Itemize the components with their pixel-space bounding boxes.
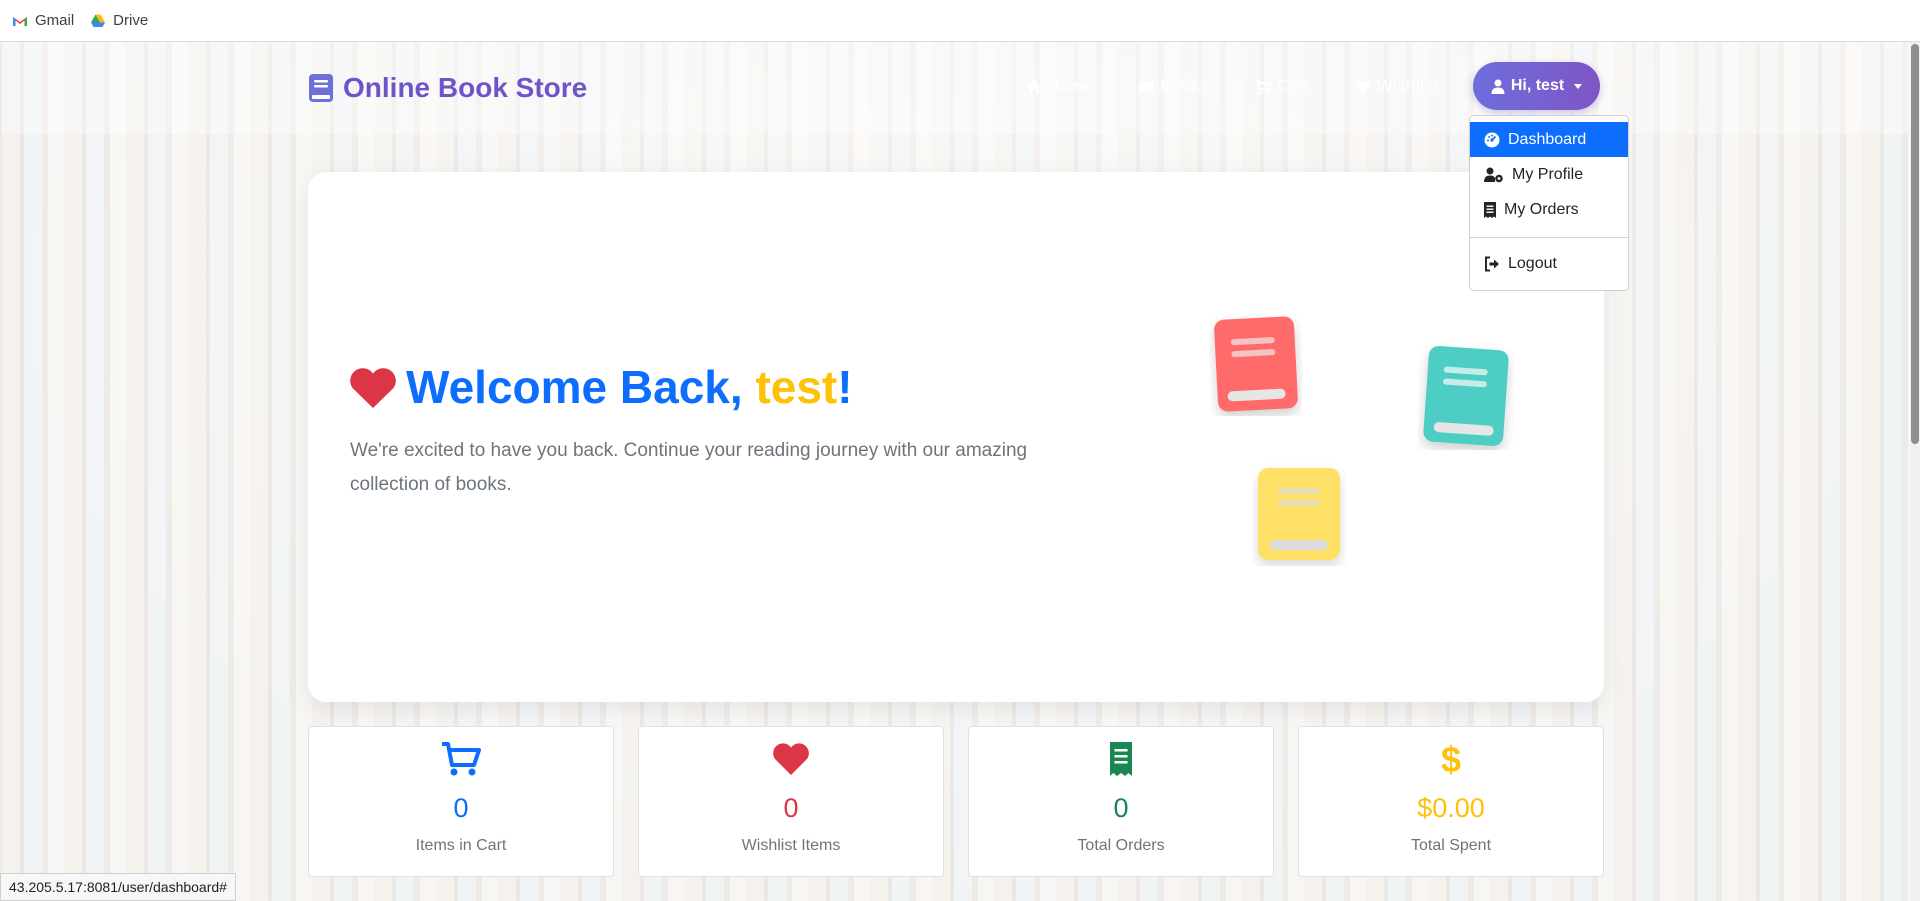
nav-wishlist-label: Wishlist xyxy=(1377,78,1439,95)
stat-card-orders[interactable]: 0 Total Orders xyxy=(968,726,1274,877)
nav-cart-label: Cart xyxy=(1277,78,1310,95)
stat-wishlist-label: Wishlist Items xyxy=(741,837,841,854)
red-book-illustration xyxy=(1214,316,1298,412)
receipt-icon xyxy=(1110,742,1132,776)
stat-spent-label: Total Spent xyxy=(1410,837,1492,854)
heart-icon xyxy=(350,368,396,408)
stat-wishlist-value: 0 xyxy=(783,793,799,823)
menu-item-dashboard-label: Dashboard xyxy=(1508,130,1587,148)
bookmark-drive[interactable]: Drive xyxy=(90,12,148,29)
welcome-title: Welcome Back, test! xyxy=(348,360,853,414)
nav-books-label: Books xyxy=(1160,78,1210,95)
user-menu-button[interactable]: Hi, test xyxy=(1473,62,1600,110)
yellow-book-illustration xyxy=(1258,468,1340,560)
welcome-subtitle: We're excited to have you back. Continue… xyxy=(350,440,1028,495)
stat-card-spent[interactable]: $ $0.00 Total Spent xyxy=(1298,726,1604,877)
gmail-icon xyxy=(13,16,27,26)
chevron-down-icon xyxy=(1574,83,1583,89)
welcome-title-suffix: ! xyxy=(837,361,853,413)
stat-card-wishlist[interactable]: 0 Wishlist Items xyxy=(638,726,944,877)
dashboard-icon xyxy=(1484,132,1500,147)
welcome-hero-card: Welcome Back, test! We're excited to hav… xyxy=(308,172,1604,702)
brand-link[interactable]: Online Book Store xyxy=(308,72,587,104)
bookmark-gmail[interactable]: Gmail xyxy=(12,12,74,29)
link-status-url: 43.205.5.17:8081/user/dashboard# xyxy=(0,873,236,901)
menu-item-logout-label: Logout xyxy=(1508,254,1557,272)
menu-item-my-orders[interactable]: My Orders xyxy=(1470,192,1628,227)
menu-item-my-profile[interactable]: My Profile xyxy=(1470,157,1628,192)
stat-orders-value: 0 xyxy=(1113,793,1129,823)
teal-book-illustration xyxy=(1423,345,1509,447)
user-cog-icon xyxy=(1484,167,1503,182)
menu-item-my-orders-label: My Orders xyxy=(1504,200,1579,218)
book-icon xyxy=(309,74,333,102)
open-book-icon xyxy=(1139,81,1154,93)
nav-home-label: Home xyxy=(1048,78,1093,95)
nav-cart[interactable]: Cart xyxy=(1255,78,1309,96)
stat-card-cart[interactable]: 0 Items in Cart xyxy=(308,726,614,877)
receipt-icon xyxy=(1484,201,1496,218)
heart-icon xyxy=(1356,81,1371,94)
cart-icon xyxy=(442,742,481,776)
menu-item-dashboard[interactable]: Dashboard xyxy=(1470,122,1628,157)
nav-wishlist[interactable]: Wishlist xyxy=(1355,78,1439,96)
welcome-title-prefix: Welcome Back, xyxy=(406,361,756,413)
page-viewport: Online Book Store Home Books Cart Wishli… xyxy=(2,42,1910,901)
stat-cart-value: 0 xyxy=(453,793,469,823)
stat-spent-value: $0.00 xyxy=(1417,793,1485,823)
menu-divider xyxy=(1470,237,1628,238)
bookmarks-bar: Gmail Drive xyxy=(0,0,1920,42)
cart-icon xyxy=(1255,79,1272,94)
user-menu-label: Hi, test xyxy=(1510,77,1565,94)
logout-icon xyxy=(1485,256,1499,271)
user-dropdown-menu: Dashboard My Profile My Orders Logout xyxy=(1469,115,1629,291)
dollar-icon: $ xyxy=(1441,741,1461,777)
scrollbar-thumb[interactable] xyxy=(1911,44,1919,444)
page-scrollbar[interactable] xyxy=(1910,42,1920,901)
drive-icon xyxy=(91,14,106,27)
nav-links: Home Books Cart Wishlist xyxy=(1026,78,1439,96)
nav-home[interactable]: Home xyxy=(1026,78,1092,96)
stat-orders-label: Total Orders xyxy=(1077,837,1165,854)
heart-icon xyxy=(773,743,809,775)
brand-title: Online Book Store xyxy=(343,72,588,103)
nav-books[interactable]: Books xyxy=(1138,78,1209,96)
welcome-user-name: test xyxy=(755,361,838,413)
svg-text:$: $ xyxy=(1441,741,1461,777)
menu-item-logout[interactable]: Logout xyxy=(1470,246,1628,281)
bookmark-drive-label: Drive xyxy=(113,12,149,29)
user-icon xyxy=(1491,79,1505,94)
stat-cart-label: Items in Cart xyxy=(415,837,507,854)
bookmark-gmail-label: Gmail xyxy=(35,12,75,29)
menu-item-my-profile-label: My Profile xyxy=(1512,165,1584,183)
home-icon xyxy=(1027,80,1041,94)
